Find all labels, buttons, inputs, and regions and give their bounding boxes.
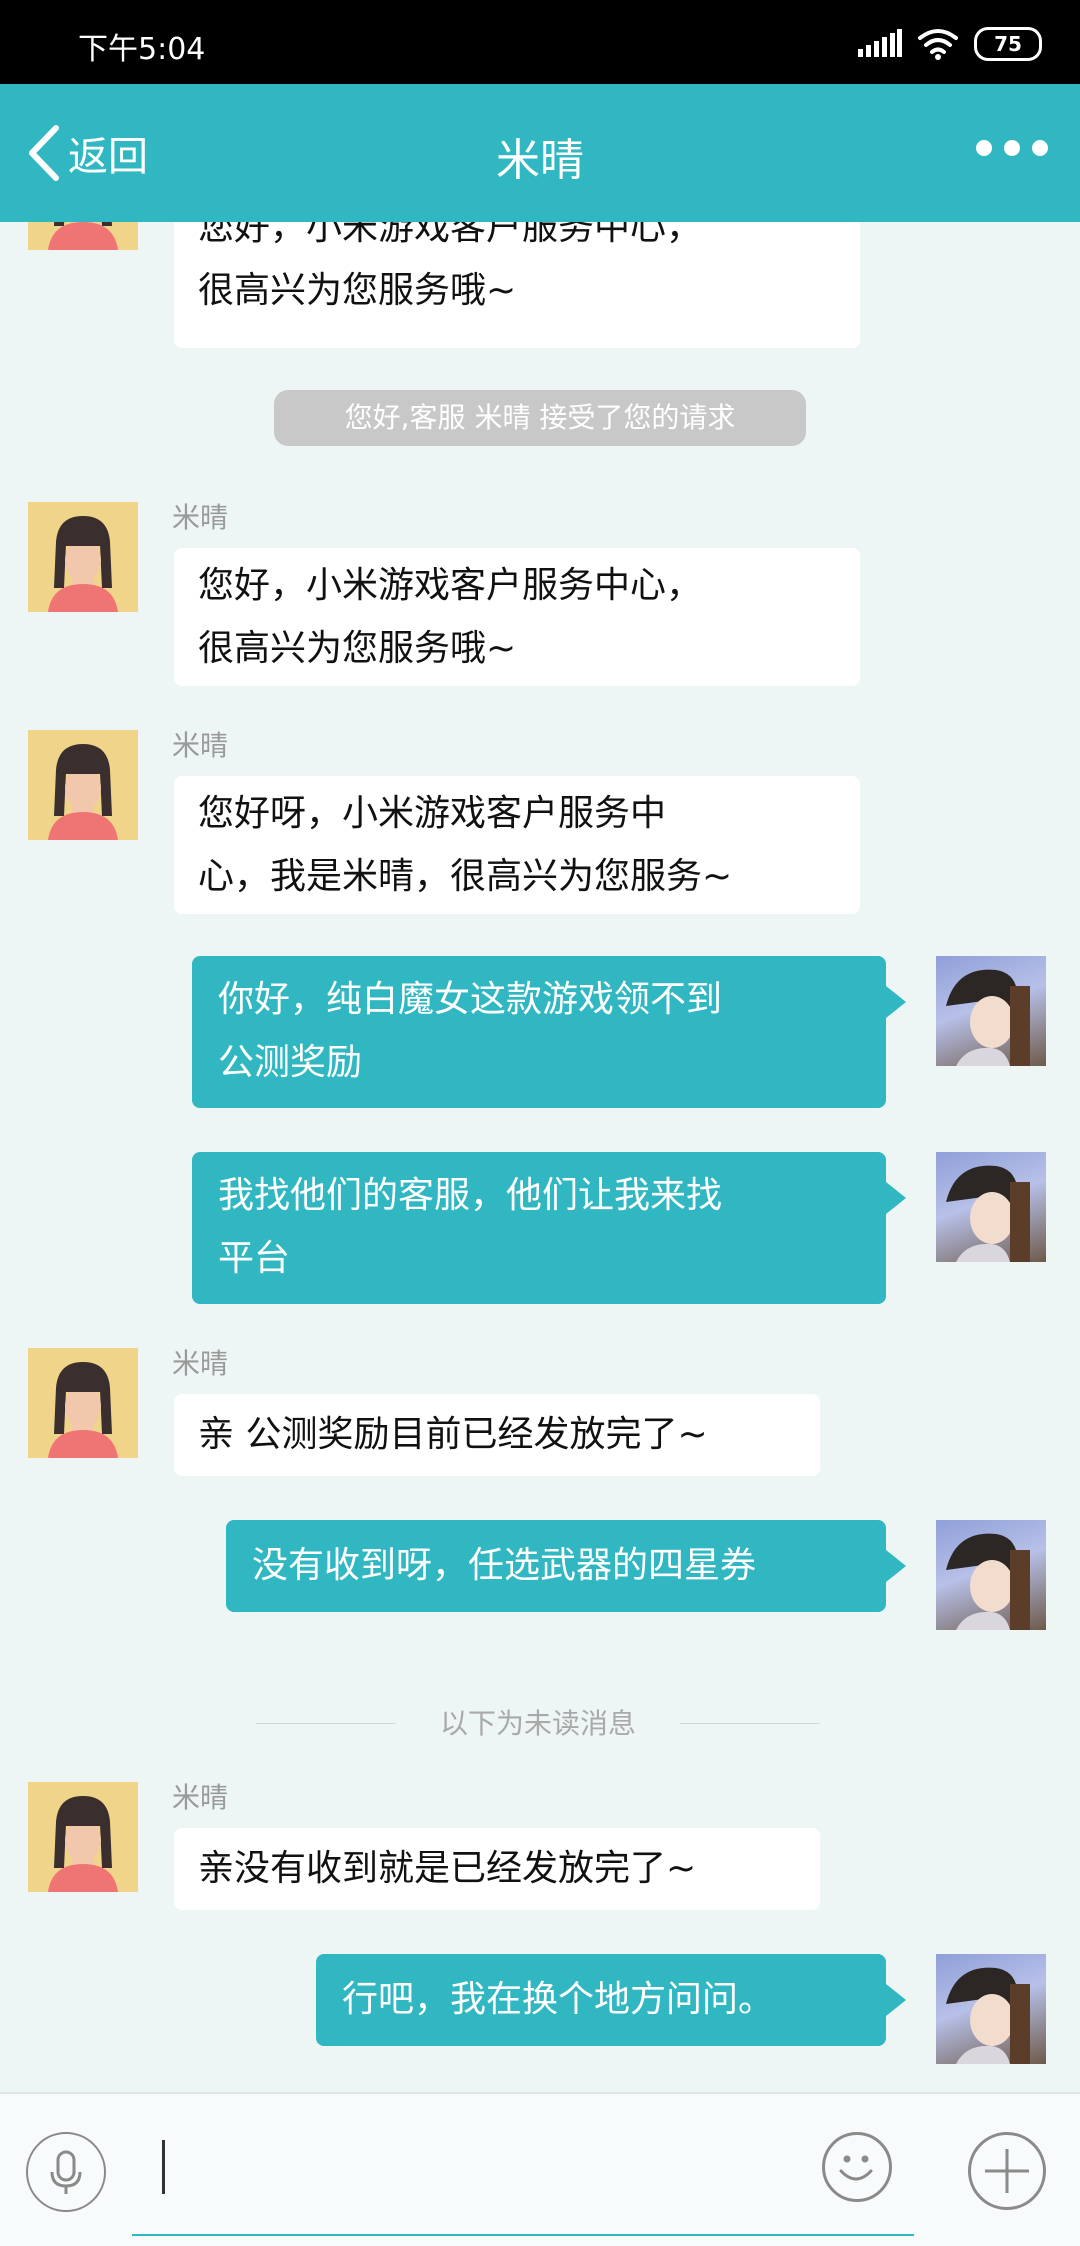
input-underline — [132, 2234, 914, 2236]
message-input[interactable] — [130, 2122, 814, 2220]
microphone-icon — [50, 2150, 82, 2194]
message-text: 亲没有收到就是已经发放完了~ — [198, 1848, 697, 1889]
message-text: 您好呀，小米游戏客户服务中 — [198, 793, 667, 834]
plus-icon — [985, 2149, 1029, 2193]
emoji-button[interactable] — [822, 2132, 892, 2202]
chat-header: 返回 米晴 — [0, 84, 1080, 222]
unread-divider-text: 以下为未读消息 — [439, 1707, 636, 1740]
message-bubble[interactable]: 没有收到呀，任选武器的四星券 — [226, 1520, 906, 1612]
signal-icon — [858, 29, 902, 57]
battery-icon: 75 — [974, 27, 1042, 61]
avatar[interactable] — [28, 502, 138, 612]
status-bar: 下午5:04 75 — [0, 0, 1080, 84]
message-bubble[interactable]: 我找他们的客服，他们让我来找 平台 — [192, 1152, 906, 1304]
emoji-icon — [839, 2155, 873, 2181]
avatar[interactable] — [28, 1348, 138, 1458]
microphone-button[interactable] — [26, 2132, 106, 2212]
more-icon[interactable] — [976, 140, 1048, 156]
wifi-icon — [918, 29, 958, 60]
system-notice: 您好,客服 米晴 接受了您的请求 — [274, 390, 806, 446]
message-text: 没有收到呀，任选武器的四星券 — [252, 1545, 757, 1586]
message-text: 亲 公测奖励目前已经发放完了~ — [198, 1414, 708, 1455]
sender-name: 米晴 — [172, 1347, 229, 1380]
message-bubble[interactable]: 您好呀，小米游戏客户服务中 心，我是米晴，很高兴为您服务~ — [174, 776, 860, 914]
message-text: 很高兴为您服务哦~ — [198, 270, 517, 311]
message-text: 心，我是米晴，很高兴为您服务~ — [198, 856, 733, 897]
message-text: 很高兴为您服务哦~ — [198, 628, 517, 669]
sender-name: 米晴 — [172, 729, 229, 762]
sender-name: 米晴 — [172, 1781, 229, 1814]
chat-area[interactable]: 您好，小米游戏客户服务中心， 很高兴为您服务哦~ 您好,客服 米晴 接受了您的请… — [0, 222, 1080, 2092]
message-text: 公测奖励 — [218, 1042, 363, 1083]
message-text: 您好，小米游戏客户服务中心， — [198, 222, 703, 248]
message-bubble[interactable]: 您好，小米游戏客户服务中心， 很高兴为您服务哦~ — [174, 548, 860, 686]
message-text: 平台 — [218, 1238, 291, 1279]
message-bubble[interactable]: 亲没有收到就是已经发放完了~ — [174, 1828, 820, 1910]
avatar[interactable] — [28, 730, 138, 840]
chat-title: 米晴 — [496, 135, 584, 186]
status-time: 下午5:04 — [78, 32, 206, 67]
divider-line — [680, 1723, 820, 1724]
message-text: 您好，小米游戏客户服务中心， — [198, 565, 703, 606]
message-text: 你好，纯白魔女这款游戏领不到 — [218, 979, 723, 1020]
unread-divider: 以下为未读消息 — [256, 1702, 820, 1742]
avatar[interactable] — [28, 1782, 138, 1892]
plus-button[interactable] — [968, 2132, 1046, 2210]
message-bubble[interactable]: 你好，纯白魔女这款游戏领不到 公测奖励 — [192, 956, 906, 1108]
text-cursor — [162, 2140, 165, 2194]
message-bubble[interactable]: 您好，小米游戏客户服务中心， 很高兴为您服务哦~ — [174, 222, 860, 348]
status-icons: 75 — [858, 26, 1042, 62]
message-text: 我找他们的客服，他们让我来找 — [218, 1175, 723, 1216]
avatar[interactable] — [936, 1152, 1046, 1262]
input-bar — [0, 2092, 1080, 2246]
message-bubble[interactable]: 行吧，我在换个地方问问。 — [316, 1954, 906, 2046]
avatar[interactable] — [28, 222, 138, 250]
avatar[interactable] — [936, 1520, 1046, 1630]
message-text: 行吧，我在换个地方问问。 — [342, 1979, 775, 2020]
avatar[interactable] — [936, 956, 1046, 1066]
sender-name: 米晴 — [172, 501, 229, 534]
avatar[interactable] — [936, 1954, 1046, 2064]
message-bubble[interactable]: 亲 公测奖励目前已经发放完了~ — [174, 1394, 820, 1476]
